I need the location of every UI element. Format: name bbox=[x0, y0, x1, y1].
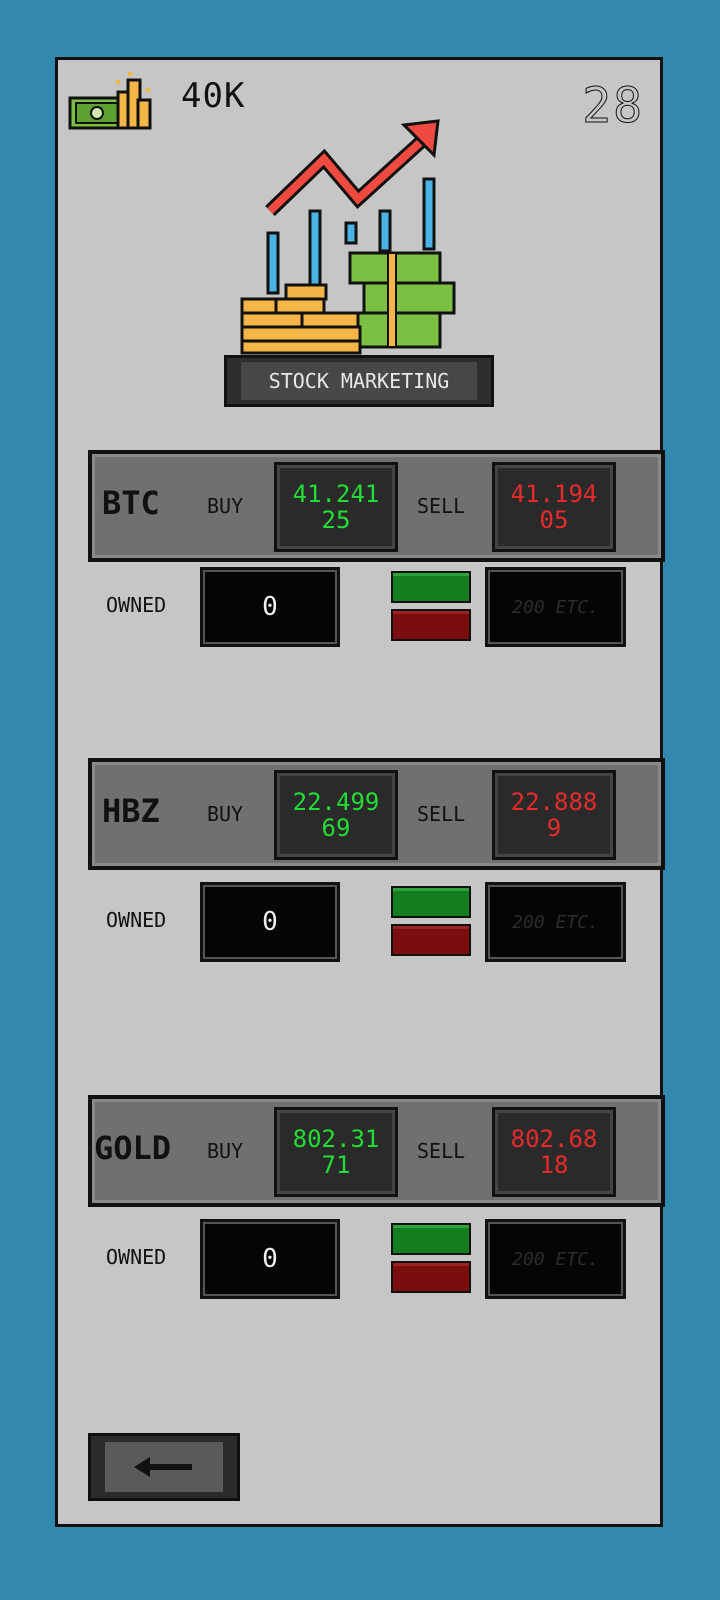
quantity-input-btc[interactable]: 200 ETC. bbox=[485, 567, 626, 647]
owned-value-gold: 0 bbox=[200, 1219, 340, 1299]
owned-label: OWNED bbox=[106, 593, 167, 617]
buy-label: BUY bbox=[207, 802, 244, 826]
owned-value-btc: 0 bbox=[200, 567, 340, 647]
owned-label: OWNED bbox=[106, 908, 167, 932]
stock-row-gold: GOLD BUY 802.31 71 SELL 802.68 18 bbox=[88, 1095, 665, 1207]
stock-row-btc: BTC BUY 41.241 25 SELL 41.194 05 bbox=[88, 450, 665, 562]
buy-price-line1: 41.241 bbox=[292, 480, 380, 508]
sell-button-btc[interactable] bbox=[391, 609, 471, 641]
page-title: STOCK MARKETING bbox=[241, 362, 477, 400]
sell-label: SELL bbox=[417, 494, 466, 518]
quantity-input-hbz[interactable]: 200 ETC. bbox=[485, 882, 626, 962]
buy-label: BUY bbox=[207, 1139, 244, 1163]
money-value: 40K bbox=[181, 76, 246, 116]
buy-price-line1: 802.31 bbox=[292, 1125, 380, 1153]
stock-row-hbz: HBZ BUY 22.499 69 SELL 22.888 9 bbox=[88, 758, 665, 870]
sell-price-line2: 05 bbox=[539, 506, 569, 534]
buy-price: 22.499 69 bbox=[274, 770, 398, 860]
buy-button-gold[interactable] bbox=[391, 1223, 471, 1255]
sell-button-gold[interactable] bbox=[391, 1261, 471, 1293]
game-panel: 40K 28 STOCK MARKETING BTC BUY 41.241 25… bbox=[55, 57, 665, 1527]
owned-value-hbz: 0 bbox=[200, 882, 340, 962]
sell-price-line1: 802.68 bbox=[510, 1125, 598, 1153]
sell-label: SELL bbox=[417, 1139, 466, 1163]
buy-button-hbz[interactable] bbox=[391, 886, 471, 918]
sell-label: SELL bbox=[417, 802, 466, 826]
sell-button-hbz[interactable] bbox=[391, 924, 471, 956]
stock-symbol: HBZ bbox=[102, 792, 160, 830]
stock-growth-logo-icon bbox=[240, 119, 456, 355]
back-button[interactable] bbox=[88, 1433, 240, 1501]
stock-symbol: BTC bbox=[102, 484, 160, 522]
buy-button-btc[interactable] bbox=[391, 571, 471, 603]
sell-price-line2: 9 bbox=[546, 814, 562, 842]
sell-price: 41.194 05 bbox=[492, 462, 616, 552]
sell-price-line2: 18 bbox=[539, 1151, 569, 1179]
buy-price-line1: 22.499 bbox=[292, 788, 380, 816]
buy-price: 41.241 25 bbox=[274, 462, 398, 552]
buy-price-line2: 71 bbox=[321, 1151, 351, 1179]
sell-price: 802.68 18 bbox=[492, 1107, 616, 1197]
buy-price-line2: 69 bbox=[321, 814, 351, 842]
owned-label: OWNED bbox=[106, 1245, 167, 1269]
quantity-input-gold[interactable]: 200 ETC. bbox=[485, 1219, 626, 1299]
day-counter: 28 bbox=[582, 78, 644, 135]
money-stack-icon bbox=[68, 72, 152, 130]
sell-price-line1: 22.888 bbox=[510, 788, 598, 816]
buy-price-line2: 25 bbox=[321, 506, 351, 534]
sell-price: 22.888 9 bbox=[492, 770, 616, 860]
back-arrow-icon bbox=[134, 1457, 192, 1477]
buy-label: BUY bbox=[207, 494, 244, 518]
title-plate: STOCK MARKETING bbox=[224, 355, 494, 407]
sell-price-line1: 41.194 bbox=[510, 480, 598, 508]
stock-symbol: GOLD bbox=[94, 1129, 172, 1167]
buy-price: 802.31 71 bbox=[274, 1107, 398, 1197]
